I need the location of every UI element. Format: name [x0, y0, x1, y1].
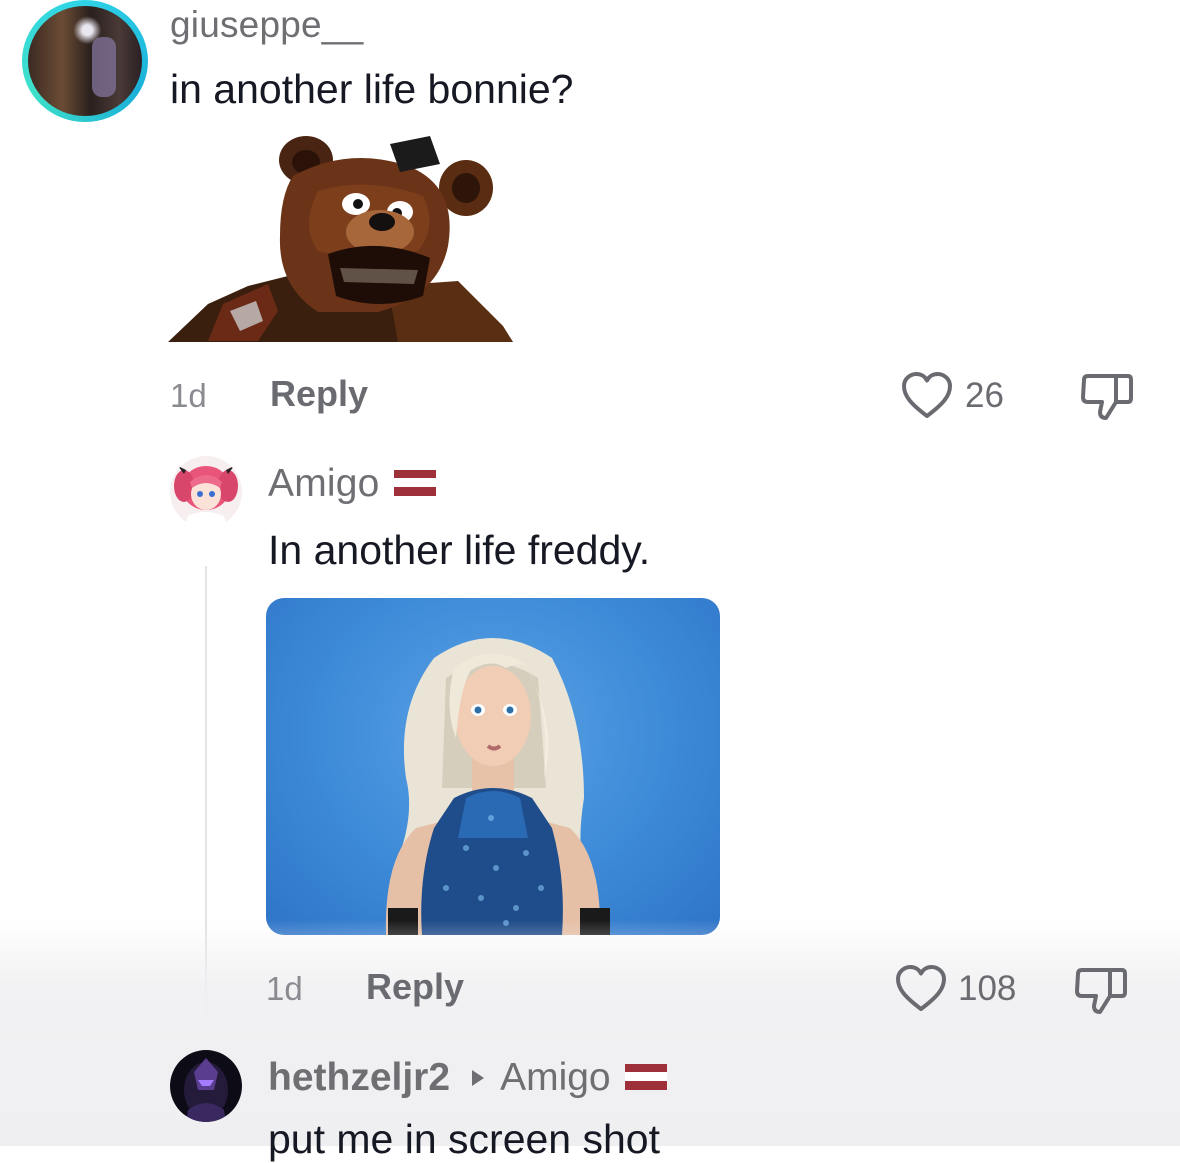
- comment-username[interactable]: Amigo: [268, 462, 380, 505]
- reply-button[interactable]: Reply: [366, 966, 464, 1008]
- comment-username[interactable]: hethzeljr2: [268, 1056, 450, 1099]
- comment-image-freddy[interactable]: [168, 136, 530, 344]
- portrait-illustration: [385, 638, 610, 935]
- avatar-figure: [91, 36, 116, 97]
- reply-to-username[interactable]: Amigo: [500, 1056, 611, 1099]
- thumbs-down-icon[interactable]: [1074, 966, 1128, 1016]
- comment-image-woman[interactable]: [266, 598, 720, 935]
- reply-username-row: Amigo: [268, 462, 436, 506]
- freddy-illustration: [168, 136, 513, 342]
- dark-avatar-illustration: [170, 1050, 242, 1122]
- heart-outline-icon[interactable]: [901, 372, 953, 420]
- comment-timestamp: 1d: [170, 377, 207, 414]
- thumbs-down-icon[interactable]: [1080, 372, 1134, 422]
- comment-timestamp: 1d: [266, 970, 303, 1007]
- reply-header-row: hethzeljr2 Amigo: [268, 1056, 667, 1100]
- reply-button[interactable]: Reply: [270, 373, 368, 415]
- comment-text: in another life bonnie?: [170, 66, 574, 112]
- story-ring-avatar[interactable]: [22, 0, 148, 122]
- avatar-amigo[interactable]: [170, 456, 242, 528]
- bottom-fade-overlay: [0, 920, 1180, 1146]
- anime-avatar-illustration: [170, 456, 242, 528]
- comment-username[interactable]: giuseppe__: [170, 4, 363, 46]
- heart-outline-icon[interactable]: [895, 965, 947, 1013]
- avatar-giuseppe[interactable]: [28, 6, 142, 116]
- triangle-right-icon: [472, 1070, 485, 1086]
- latvia-flag-icon: [624, 1063, 667, 1090]
- comment-text: put me in screen shot: [268, 1116, 660, 1162]
- avatar-hethzeljr2[interactable]: [170, 1050, 242, 1122]
- like-count: 26: [965, 376, 1004, 415]
- latvia-flag-icon: [393, 469, 436, 496]
- comment-text: In another life freddy.: [268, 527, 651, 573]
- like-count: 108: [958, 969, 1017, 1008]
